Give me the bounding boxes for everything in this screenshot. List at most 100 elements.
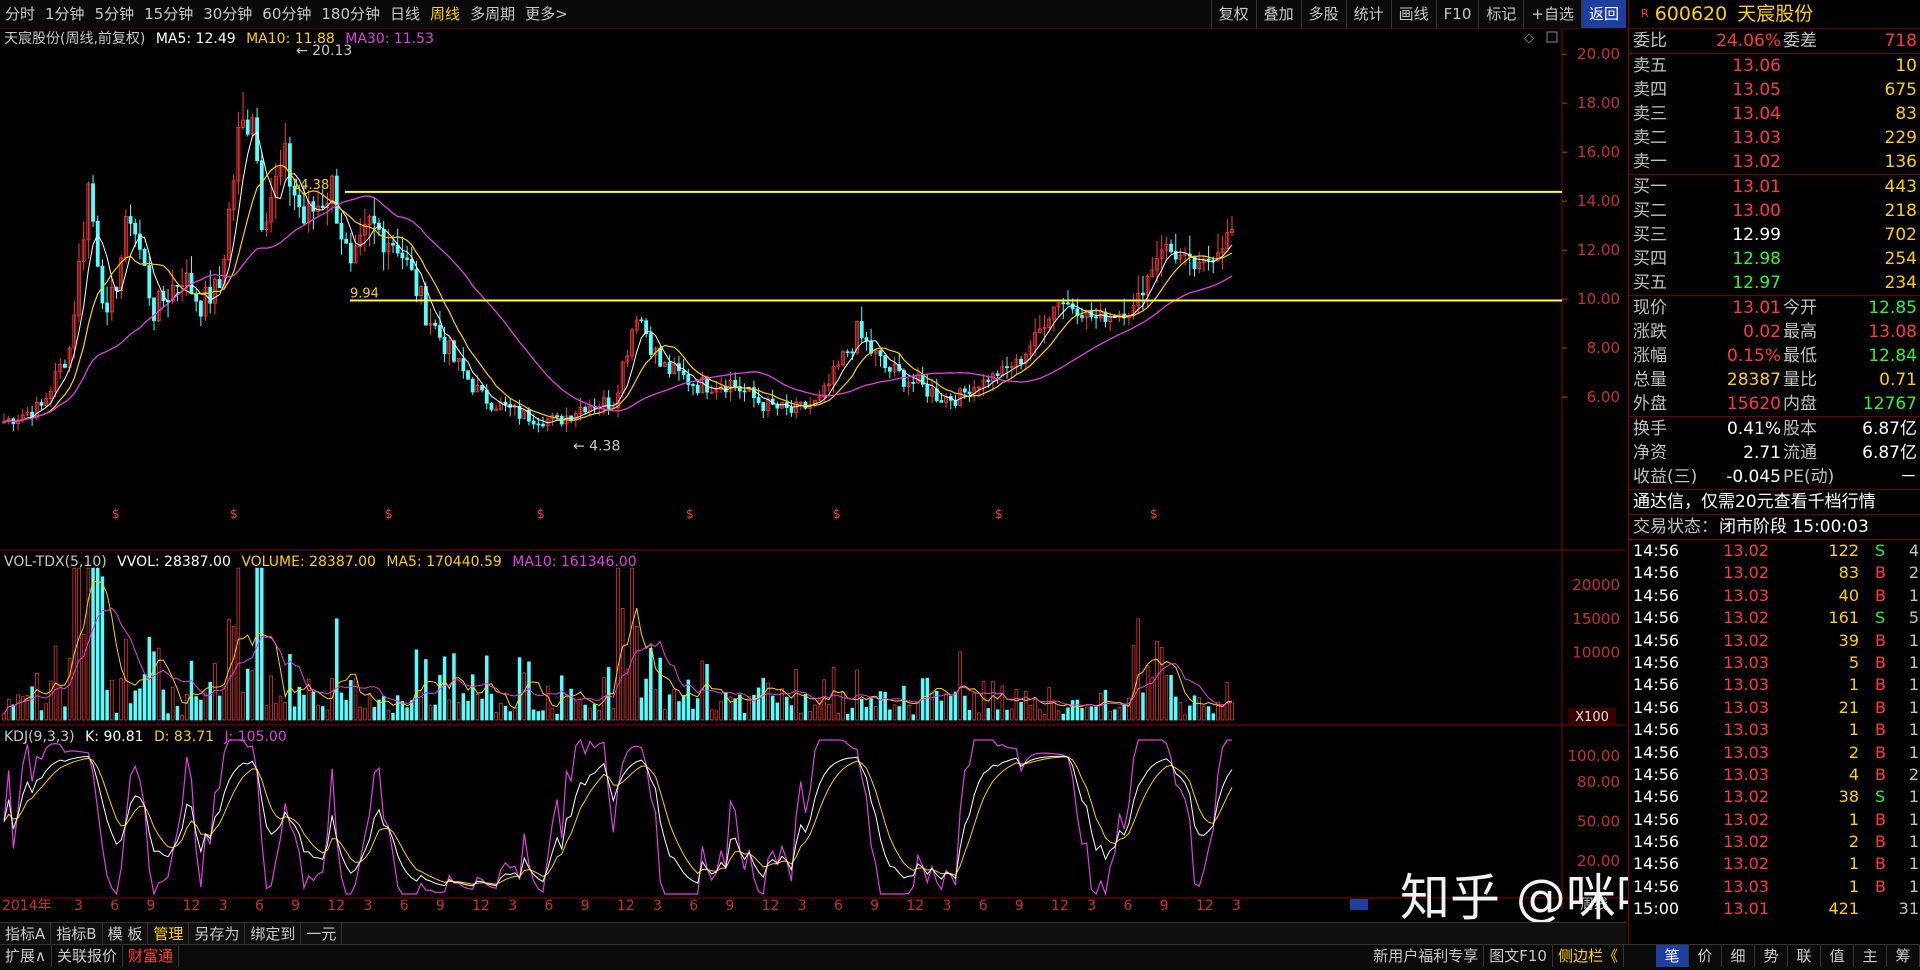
- maximize-icon[interactable]: [1546, 31, 1558, 43]
- dividend-marker[interactable]: $: [686, 507, 694, 521]
- tick-side: B: [1875, 697, 1886, 717]
- volume-bar: [442, 656, 447, 721]
- tick-row: 14:56 13.02 83 B 2: [1629, 562, 1920, 584]
- period-tab-2[interactable]: 5分钟: [90, 0, 140, 28]
- time-tick-label: 12: [617, 898, 635, 910]
- indicator-tab-1[interactable]: 指标B: [51, 923, 103, 945]
- ask-volume: 229: [1884, 128, 1917, 148]
- candle-body: [1094, 316, 1098, 319]
- bid-price: 12.99: [1732, 225, 1781, 245]
- dividend-marker[interactable]: $: [833, 507, 841, 521]
- tick-time: 15:00: [1633, 899, 1680, 919]
- volume-label: VOLUME: 28387.00: [241, 554, 376, 570]
- volume-bar: [452, 653, 456, 721]
- period-tab-1[interactable]: 1分钟: [40, 0, 90, 28]
- side-tab-7[interactable]: 筹: [1887, 945, 1920, 967]
- indicator-tab-3[interactable]: 管理: [148, 923, 190, 945]
- period-tab-8[interactable]: 周线: [425, 0, 465, 28]
- tick-volume: 161: [1828, 608, 1859, 628]
- toolbar-button-2[interactable]: 多股: [1300, 0, 1346, 28]
- toolbar-button-6[interactable]: 标记: [1478, 0, 1523, 28]
- candle-body: [911, 382, 916, 384]
- volume-bar: [817, 697, 822, 721]
- candle-body: [756, 397, 761, 403]
- volume-bar: [1108, 710, 1112, 721]
- dividend-marker[interactable]: $: [537, 507, 545, 521]
- period-tab-6[interactable]: 180分钟: [316, 0, 385, 28]
- volume-bar: [2, 713, 6, 721]
- period-tab-5[interactable]: 60分钟: [257, 0, 316, 28]
- dividend-marker[interactable]: $: [995, 507, 1003, 521]
- toolbar-button-1[interactable]: 叠加: [1255, 0, 1301, 28]
- tick-volume: 421: [1828, 899, 1859, 919]
- volume-bar: [738, 694, 742, 721]
- side-tab-2[interactable]: 细: [1722, 945, 1755, 967]
- volume-bar: [967, 709, 972, 721]
- kline-chart-svg[interactable]: 20.00 18.00 16.00 14.00 12.00 10.00 8.00 6.00 14…: [0, 28, 1626, 914]
- time-cursor-box[interactable]: [1350, 899, 1368, 910]
- stat2-value: 2.71: [1743, 443, 1781, 463]
- side-tab-4[interactable]: 联: [1788, 945, 1821, 967]
- bottom-right-link-1[interactable]: 图文F10: [1484, 945, 1553, 967]
- side-tab-5[interactable]: 值: [1821, 945, 1854, 967]
- side-tab-1[interactable]: 价: [1689, 945, 1722, 967]
- quote-panel: R 600620 天宸股份 委比 24.06% 委差 718 卖五 13.06 10 卖四 13…: [1628, 0, 1920, 969]
- indicator-tab-4[interactable]: 另存为: [189, 923, 246, 945]
- bottom-right-link-2[interactable]: 侧边栏《: [1553, 945, 1624, 967]
- stat2-value: 0.41%: [1726, 419, 1781, 439]
- volume-bar: [644, 678, 648, 721]
- volume-bar: [1183, 714, 1187, 721]
- dividend-marker[interactable]: $: [230, 507, 238, 521]
- period-tab-3[interactable]: 15分钟: [139, 0, 198, 28]
- volume-bar: [995, 709, 1000, 721]
- toolbar-button-8[interactable]: 返回: [1580, 0, 1626, 28]
- volume-bar: [536, 711, 541, 721]
- volume-bar: [250, 670, 255, 721]
- dividend-marker[interactable]: $: [385, 507, 393, 521]
- period-tab-4[interactable]: 30分钟: [198, 0, 257, 28]
- indicator-tab-5[interactable]: 绑定到: [245, 923, 302, 945]
- dividend-marker[interactable]: $: [112, 507, 120, 521]
- toolbar-button-4[interactable]: 画线: [1390, 0, 1436, 28]
- diamond-icon[interactable]: ◇: [1524, 31, 1534, 46]
- bottom-right-link-0[interactable]: 新用户福利专享: [1368, 945, 1485, 967]
- bid-price: 13.00: [1732, 201, 1781, 221]
- tick-time: 14:56: [1633, 585, 1680, 605]
- period-tab-9[interactable]: 多周期: [465, 0, 520, 28]
- period-tab-0[interactable]: 分时: [0, 0, 40, 28]
- toolbar-button-0[interactable]: 复权: [1210, 0, 1256, 28]
- volume-bar: [649, 647, 653, 721]
- side-tab-3[interactable]: 势: [1755, 945, 1788, 967]
- chart-area[interactable]: 20.00 18.00 16.00 14.00 12.00 10.00 8.00 6.00 14…: [0, 28, 1626, 914]
- volume-bar: [850, 707, 855, 721]
- indicator-tab-6[interactable]: 一元: [301, 923, 343, 945]
- tick-volume: 2: [1848, 742, 1859, 762]
- bottom-tab-1[interactable]: 关联报价: [52, 945, 123, 967]
- side-tab-0[interactable]: 笔: [1656, 945, 1689, 967]
- side-tab-6[interactable]: 主: [1854, 945, 1887, 967]
- volume-bar: [681, 695, 686, 721]
- indicator-tab-0[interactable]: 指标A: [0, 923, 52, 945]
- promo-text[interactable]: 通达信，仅需20元查看千档行情: [1633, 490, 1876, 514]
- stat2-value-2: 6.87亿: [1862, 419, 1917, 439]
- period-tab-7[interactable]: 日线: [385, 0, 425, 28]
- volume-bar: [527, 661, 531, 721]
- toolbar-button-7[interactable]: +自选: [1523, 0, 1581, 28]
- time-tick-label: 12: [1051, 898, 1069, 910]
- ask-row: 卖四 13.05 675: [1629, 78, 1920, 102]
- kdj-k-label: K: 90.81: [85, 729, 144, 745]
- bottom-tab-0[interactable]: 扩展∧: [0, 945, 52, 967]
- weibi-label: 委比: [1633, 31, 1667, 51]
- tick-list[interactable]: 14:56 13.02 122 S 4 14:56 13.02 83 B 2 14:56 13.03 4…: [1629, 539, 1920, 921]
- volume-bar: [386, 709, 391, 721]
- stock-flag: R: [1641, 7, 1649, 20]
- bottom-tab-2[interactable]: 财富通: [123, 945, 180, 967]
- toolbar-button-3[interactable]: 统计: [1345, 0, 1391, 28]
- period-tab-10[interactable]: 更多>: [520, 0, 573, 28]
- time-tick-label: 3: [798, 898, 807, 910]
- toolbar-button-5[interactable]: F10: [1435, 0, 1479, 28]
- dividend-marker[interactable]: $: [1150, 507, 1158, 521]
- indicator-tab-2[interactable]: 模 板: [103, 923, 149, 945]
- candle-body: [761, 402, 766, 412]
- promo-row[interactable]: 通达信，仅需20元查看千档行情: [1629, 489, 1920, 514]
